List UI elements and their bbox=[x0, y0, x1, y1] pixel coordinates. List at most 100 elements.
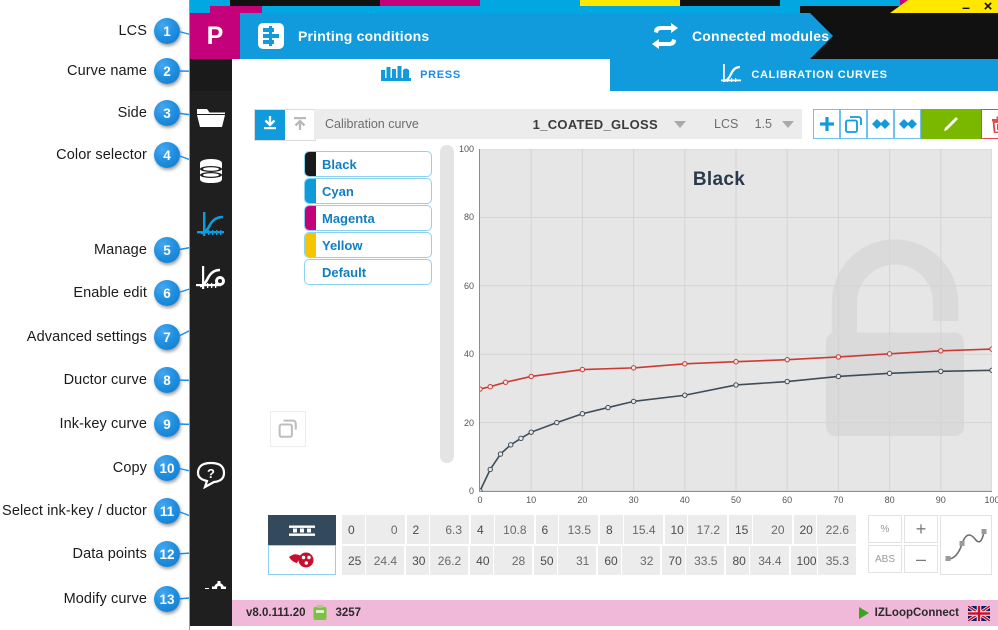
calibration-curve-label: Calibration curve bbox=[325, 117, 419, 131]
izloopconnect-button[interactable]: IZLoopConnect bbox=[848, 607, 968, 619]
increase-button[interactable]: + bbox=[904, 515, 938, 543]
y-tick-label: 80 bbox=[463, 212, 474, 223]
application-window: – × P Printing conditions Connected modu… bbox=[190, 0, 998, 630]
enable-edit-button[interactable] bbox=[921, 109, 981, 139]
lcs-logo[interactable]: P bbox=[190, 13, 240, 59]
status-bar-right: IZLoopConnect bbox=[848, 600, 998, 626]
pencil-icon bbox=[944, 117, 958, 131]
data-cell-y[interactable]: 28 bbox=[493, 546, 533, 575]
rail-item-database[interactable] bbox=[190, 147, 232, 199]
color-item-black[interactable]: Black bbox=[304, 151, 432, 177]
decrease-button[interactable]: – bbox=[904, 545, 938, 573]
x-tick-label: 60 bbox=[782, 495, 793, 505]
data-cell-y[interactable]: 26.2 bbox=[429, 546, 469, 575]
data-cell-x[interactable]: 30 bbox=[406, 546, 429, 575]
nav-item-printing-conditions[interactable]: Printing conditions bbox=[256, 13, 429, 59]
tab-calibration-curves[interactable]: CALIBRATION CURVES bbox=[610, 59, 998, 91]
add-curve-button[interactable] bbox=[813, 109, 840, 139]
data-cell-y[interactable]: 32 bbox=[621, 546, 661, 575]
language-button[interactable] bbox=[968, 605, 998, 621]
data-cell-x[interactable]: 70 bbox=[662, 546, 685, 575]
chevron-down-icon[interactable] bbox=[674, 121, 686, 128]
table-row[interactable]: 0 0 2 6.3 4 10.8 6 13.5 8 15.4 10 17.2 15 20 20 22.6 bbox=[342, 515, 858, 544]
data-cell-x[interactable]: 80 bbox=[726, 546, 750, 575]
data-cell-x[interactable]: 20 bbox=[793, 515, 817, 544]
percent-button[interactable]: % bbox=[868, 515, 902, 543]
lcs-select[interactable]: LCS 1.5 bbox=[704, 109, 802, 139]
copy-button[interactable] bbox=[270, 411, 306, 447]
data-cell-x[interactable]: 100 bbox=[790, 546, 817, 575]
data-cell-y[interactable]: 35.3 bbox=[817, 546, 857, 575]
data-cell-y[interactable]: 6.3 bbox=[430, 515, 469, 544]
help-icon: ? bbox=[196, 461, 226, 494]
curve-chart[interactable]: 0 20 40 60 80 100 0 10 20 30 40 50 60 70 80 90 100 Blac… bbox=[440, 144, 998, 505]
data-cell-y[interactable]: 31 bbox=[557, 546, 597, 575]
data-cell-x[interactable]: 8 bbox=[600, 515, 623, 544]
copy-curve-button[interactable] bbox=[840, 109, 867, 139]
data-cell-x[interactable]: 0 bbox=[342, 515, 365, 544]
chart-series bbox=[480, 346, 992, 491]
annotation-callout-1: LCS 1 bbox=[0, 18, 180, 44]
annotation-callout-8: Ductor curve 8 bbox=[0, 367, 180, 393]
color-selector: Black Cyan Magenta Yellow Default bbox=[304, 151, 432, 286]
data-cell-y[interactable]: 34.4 bbox=[750, 546, 789, 575]
select-ductor-button[interactable] bbox=[268, 545, 336, 575]
data-cell-y[interactable]: 0 bbox=[365, 515, 405, 544]
y-tick-label: 20 bbox=[463, 417, 474, 428]
annotation-label-8: Ductor curve bbox=[63, 372, 147, 388]
data-cell-x[interactable]: 6 bbox=[535, 515, 559, 544]
data-cell-y[interactable]: 20 bbox=[752, 515, 792, 544]
side-down-button[interactable] bbox=[255, 110, 285, 140]
import-curve-button[interactable] bbox=[867, 109, 894, 139]
modify-curve-button[interactable] bbox=[940, 515, 992, 575]
data-cell-y[interactable]: 13.5 bbox=[559, 515, 598, 544]
color-item-yellow[interactable]: Yellow bbox=[304, 232, 432, 258]
annotation-badge-5: 5 bbox=[154, 237, 180, 263]
data-points-table[interactable]: 0 0 2 6.3 4 10.8 6 13.5 8 15.4 10 17.2 15 20 20 22.6 25… bbox=[342, 515, 858, 575]
abs-button[interactable]: ABS bbox=[868, 545, 902, 573]
data-cell-x[interactable]: 50 bbox=[534, 546, 557, 575]
side-up-button[interactable] bbox=[285, 110, 315, 140]
data-cell-x[interactable]: 4 bbox=[471, 515, 494, 544]
export-curve-button[interactable] bbox=[894, 109, 921, 139]
data-cell-y[interactable]: 24.4 bbox=[365, 546, 405, 575]
annotation-label-5: Manage bbox=[94, 242, 147, 258]
data-cell-y[interactable]: 15.4 bbox=[623, 515, 663, 544]
data-cell-x[interactable]: 2 bbox=[406, 515, 430, 544]
modify-curve-panel: % ABS + – bbox=[868, 515, 992, 575]
annotation-callout-11: Select ink-key / ductor 11 bbox=[0, 498, 180, 524]
nav-item-connected-modules[interactable]: Connected modules bbox=[650, 13, 829, 59]
chart-plot-area[interactable] bbox=[480, 149, 992, 491]
close-button[interactable]: × bbox=[981, 0, 995, 14]
data-cell-y[interactable]: 33.5 bbox=[685, 546, 725, 575]
color-item-default[interactable]: Default bbox=[304, 259, 432, 285]
table-row[interactable]: 25 24.4 30 26.2 40 28 50 31 60 32 70 33.5 80 34.4 100 3… bbox=[342, 546, 858, 575]
data-cell-y[interactable]: 17.2 bbox=[688, 515, 727, 544]
minimize-button[interactable]: – bbox=[960, 0, 972, 14]
color-item-magenta[interactable]: Magenta bbox=[304, 205, 432, 231]
delete-curve-button[interactable] bbox=[981, 109, 998, 139]
select-ink-key-button[interactable] bbox=[268, 515, 336, 545]
data-cell-x[interactable]: 40 bbox=[470, 546, 493, 575]
calibration-curve-select[interactable]: Calibration curve 1_COATED_GLOSS bbox=[314, 109, 704, 139]
data-cell-x[interactable]: 10 bbox=[664, 515, 688, 544]
data-cell-y[interactable]: 10.8 bbox=[494, 515, 534, 544]
tab-press[interactable]: PRESS bbox=[232, 59, 610, 91]
annotation-badge-8: 8 bbox=[154, 367, 180, 393]
side-toggle[interactable] bbox=[254, 109, 316, 141]
chart-vertical-scrollbar[interactable] bbox=[440, 145, 454, 463]
rail-item-jobs[interactable] bbox=[190, 93, 232, 145]
data-cell-x[interactable]: 15 bbox=[729, 515, 752, 544]
annotation-badge-7: 7 bbox=[154, 324, 180, 350]
rail-item-curve-settings[interactable] bbox=[190, 255, 232, 307]
data-cell-x[interactable]: 25 bbox=[342, 546, 365, 575]
annotation-label-3: Side bbox=[117, 105, 147, 121]
rail-item-calibration-curves[interactable] bbox=[190, 201, 232, 253]
data-cell-y[interactable]: 22.6 bbox=[817, 515, 856, 544]
rail-item-help[interactable]: ? bbox=[190, 451, 232, 503]
chevron-down-icon[interactable] bbox=[782, 121, 794, 128]
annotation-badge-9: 9 bbox=[154, 411, 180, 437]
annotation-label-4: Color selector bbox=[56, 147, 147, 163]
color-item-cyan[interactable]: Cyan bbox=[304, 178, 432, 204]
data-cell-x[interactable]: 60 bbox=[598, 546, 621, 575]
